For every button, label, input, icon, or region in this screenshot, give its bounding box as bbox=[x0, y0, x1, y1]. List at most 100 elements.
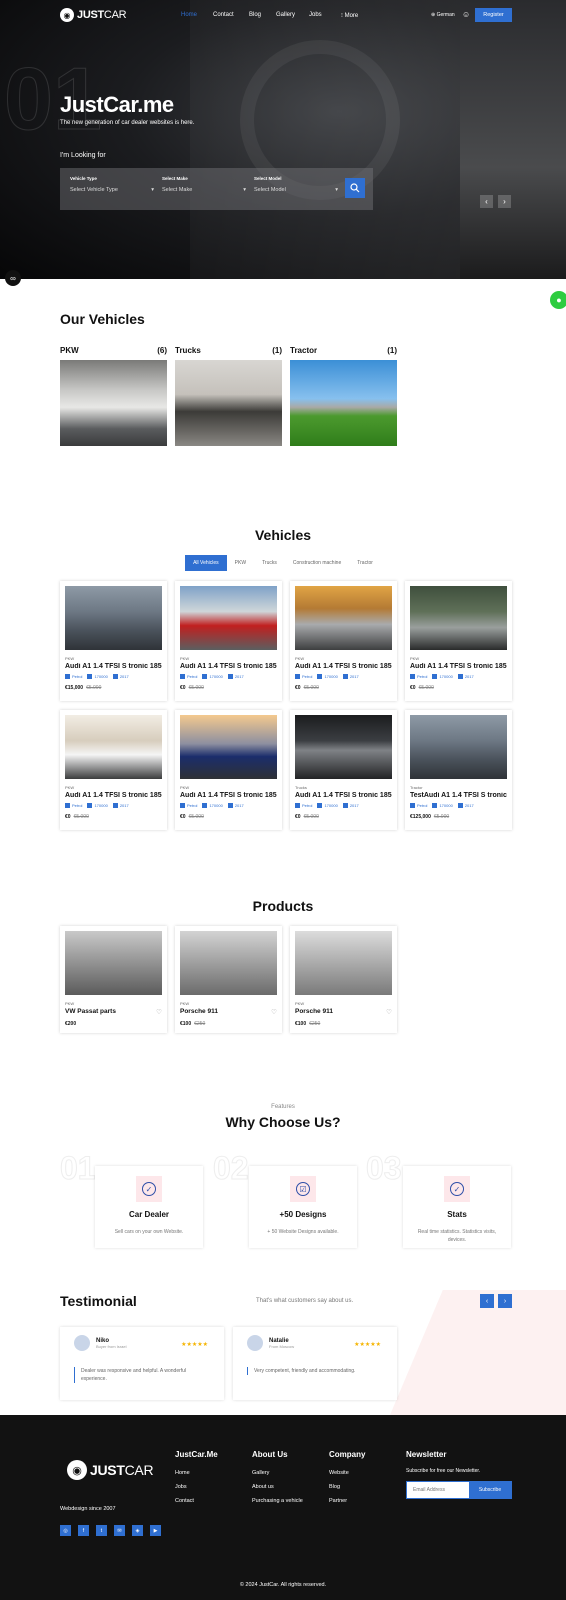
avatar bbox=[247, 1335, 263, 1351]
hero-next-arrow[interactable]: › bbox=[498, 195, 511, 208]
vehicle-card[interactable]: PKW Audi A1 1.4 TFSI S tronic 185PS... P… bbox=[60, 581, 167, 701]
vehicle-card[interactable]: PKW Audi A1 1.4 TFSI S tronic 185PS... P… bbox=[405, 581, 512, 701]
chevron-down-icon: ▾ bbox=[243, 187, 246, 193]
tab-trucks[interactable]: Trucks bbox=[254, 555, 285, 571]
category-card-trucks[interactable]: Trucks (1) bbox=[175, 346, 282, 446]
user-icon[interactable]: ☺ bbox=[462, 10, 470, 19]
site-logo[interactable]: ◉ JUSTCAR bbox=[60, 8, 127, 22]
footer-logo[interactable]: ◉ JUSTCAR bbox=[67, 1460, 154, 1480]
nav-contact[interactable]: Contact bbox=[213, 12, 234, 18]
product-card[interactable]: PKW Porsche 911 ♡ €100 €250 bbox=[290, 926, 397, 1033]
language-selector[interactable]: ⊕ German bbox=[431, 12, 455, 18]
vehicle-image bbox=[65, 586, 162, 650]
calendar-icon bbox=[227, 803, 233, 809]
vehicle-filter-tabs: All Vehicles PKW Trucks Construction mac… bbox=[0, 555, 566, 571]
vehicle-name[interactable]: Audi A1 1.4 TFSI S tronic 185PS... bbox=[180, 792, 277, 799]
vehicle-category: Tractor bbox=[410, 785, 423, 790]
register-button[interactable]: Register bbox=[475, 8, 512, 22]
testimonial-role: From Moscow bbox=[269, 1343, 295, 1349]
vehicle-name[interactable]: Audi A1 1.4 TFSI S tronic 185PS... bbox=[410, 663, 507, 670]
footer-link-jobs[interactable]: Jobs bbox=[175, 1484, 187, 1490]
calendar-icon bbox=[342, 674, 348, 680]
product-name[interactable]: Porsche 911 bbox=[295, 1008, 333, 1016]
instagram-icon[interactable]: ◎ bbox=[60, 1525, 71, 1536]
footer-link-blog[interactable]: Blog bbox=[329, 1484, 340, 1490]
chat-icon[interactable]: ● bbox=[550, 291, 566, 309]
footer-tagline: Webdesign since 2007 bbox=[60, 1506, 116, 1512]
vehicle-name[interactable]: Audi A1 1.4 TFSI S tronic 185PS... bbox=[295, 792, 392, 799]
heart-icon[interactable]: ♡ bbox=[156, 1008, 162, 1016]
hero-looking-label: I'm Looking for bbox=[60, 152, 106, 159]
vehicle-card[interactable]: PKW Audi A1 1.4 TFSI S tronic 185PS... P… bbox=[175, 581, 282, 701]
nav-home[interactable]: Home bbox=[181, 12, 197, 18]
vehicle-card[interactable]: PKW Audi A1 1.4 TFSI S tronic 185PS... P… bbox=[290, 581, 397, 701]
footer-link-purchasing[interactable]: Purchasing a vehicle bbox=[252, 1498, 303, 1504]
testimonial-card: Niko Buyer from Israel ★★★★★ Dealer was … bbox=[60, 1327, 224, 1400]
model-select[interactable]: Select Model Select Model ▾ bbox=[254, 176, 338, 193]
youtube-icon[interactable]: ▶ bbox=[150, 1525, 161, 1536]
nav-more[interactable]: ⁝ More bbox=[341, 12, 358, 19]
testimonial-bg-shape bbox=[390, 1290, 566, 1415]
product-card[interactable]: PKW VW Passat parts ♡ €200 bbox=[60, 926, 167, 1033]
product-name[interactable]: VW Passat parts bbox=[65, 1008, 116, 1016]
category-card-tractor[interactable]: Tractor (1) bbox=[290, 346, 397, 446]
testimonial-prev-arrow[interactable]: ‹ bbox=[480, 1294, 494, 1308]
accessibility-icon[interactable]: ∞ bbox=[5, 270, 21, 286]
mileage-icon bbox=[317, 674, 323, 680]
vehicle-name[interactable]: Audi A1 1.4 TFSI S tronic 185PS... bbox=[180, 663, 277, 670]
nav-gallery[interactable]: Gallery bbox=[276, 12, 295, 18]
twitter-icon[interactable]: t bbox=[96, 1525, 107, 1536]
testimonial-next-arrow[interactable]: › bbox=[498, 1294, 512, 1308]
subscribe-button[interactable]: Subscribe bbox=[469, 1482, 511, 1498]
vehicle-old-price: €5.000 bbox=[188, 685, 204, 692]
feature-desc: Sell cars on your own Website. bbox=[114, 1229, 184, 1235]
feature-title: Stats bbox=[447, 1210, 467, 1219]
footer-link-about[interactable]: About us bbox=[252, 1484, 274, 1490]
mileage-icon bbox=[87, 803, 93, 809]
check-badge-icon: ☑ bbox=[290, 1176, 316, 1202]
footer-link-partner[interactable]: Partner bbox=[329, 1498, 347, 1504]
product-card[interactable]: PKW Porsche 911 ♡ €100 €250 bbox=[175, 926, 282, 1033]
facebook-icon[interactable]: f bbox=[78, 1525, 89, 1536]
tab-pkw[interactable]: PKW bbox=[227, 555, 254, 571]
search-button[interactable] bbox=[345, 178, 365, 198]
tab-tractor[interactable]: Tractor bbox=[349, 555, 381, 571]
footer-link-website[interactable]: Website bbox=[329, 1470, 349, 1476]
newsletter-email-input[interactable] bbox=[407, 1482, 469, 1498]
mail-icon[interactable]: ✉ bbox=[114, 1525, 125, 1536]
vehicle-price: €15,000 bbox=[65, 685, 84, 692]
tab-construction-machine[interactable]: Construction machine bbox=[285, 555, 349, 571]
vehicle-name[interactable]: Audi A1 1.4 TFSI S tronic 185PS... bbox=[65, 792, 162, 799]
vehicle-card[interactable]: Trucks Audi A1 1.4 TFSI S tronic 185PS..… bbox=[290, 710, 397, 830]
tab-all-vehicles[interactable]: All Vehicles bbox=[185, 555, 227, 571]
vehicle-card[interactable]: Tractor TestAudi A1 1.4 TFSI S tronic...… bbox=[405, 710, 512, 830]
vehicle-name[interactable]: Audi A1 1.4 TFSI S tronic 185PS... bbox=[65, 663, 162, 670]
vehicle-card[interactable]: PKW Audi A1 1.4 TFSI S tronic 185PS... P… bbox=[60, 710, 167, 830]
fuel-icon bbox=[65, 803, 70, 809]
heart-icon[interactable]: ♡ bbox=[271, 1008, 277, 1016]
heart-icon[interactable]: ♡ bbox=[386, 1008, 392, 1016]
footer-link-gallery[interactable]: Gallery bbox=[252, 1470, 269, 1476]
product-name[interactable]: Porsche 911 bbox=[180, 1008, 218, 1016]
footer-link-home[interactable]: Home bbox=[175, 1470, 190, 1476]
nav-blog[interactable]: Blog bbox=[249, 12, 261, 18]
mileage-icon bbox=[202, 674, 208, 680]
make-select[interactable]: Select Make Select Make ▾ bbox=[162, 176, 246, 193]
calendar-icon bbox=[112, 674, 118, 680]
check-badge-icon: ✓ bbox=[136, 1176, 162, 1202]
category-card-pkw[interactable]: PKW (6) bbox=[60, 346, 167, 446]
vehicle-type-select[interactable]: Vehicle Type Select Vehicle Type ▾ bbox=[70, 176, 154, 193]
vehicle-price: €0 bbox=[295, 814, 301, 821]
github-icon[interactable]: ◈ bbox=[132, 1525, 143, 1536]
vehicle-name[interactable]: Audi A1 1.4 TFSI S tronic 185PS... bbox=[295, 663, 392, 670]
vehicle-card[interactable]: PKW Audi A1 1.4 TFSI S tronic 185PS... P… bbox=[175, 710, 282, 830]
hero-prev-arrow[interactable]: ‹ bbox=[480, 195, 493, 208]
nav-jobs[interactable]: Jobs bbox=[309, 12, 322, 18]
footer-link-contact[interactable]: Contact bbox=[175, 1498, 194, 1504]
vehicle-name[interactable]: TestAudi A1 1.4 TFSI S tronic... bbox=[410, 792, 507, 799]
feature-desc: Real time statistics. Statistics visits,… bbox=[417, 1229, 497, 1243]
testimonial-quote: Dealer was responsive and helpful. A won… bbox=[74, 1367, 210, 1383]
vehicle-old-price: €5.000 bbox=[303, 685, 319, 692]
vehicle-price: €0 bbox=[180, 814, 186, 821]
newsletter-title: Newsletter bbox=[406, 1450, 447, 1459]
